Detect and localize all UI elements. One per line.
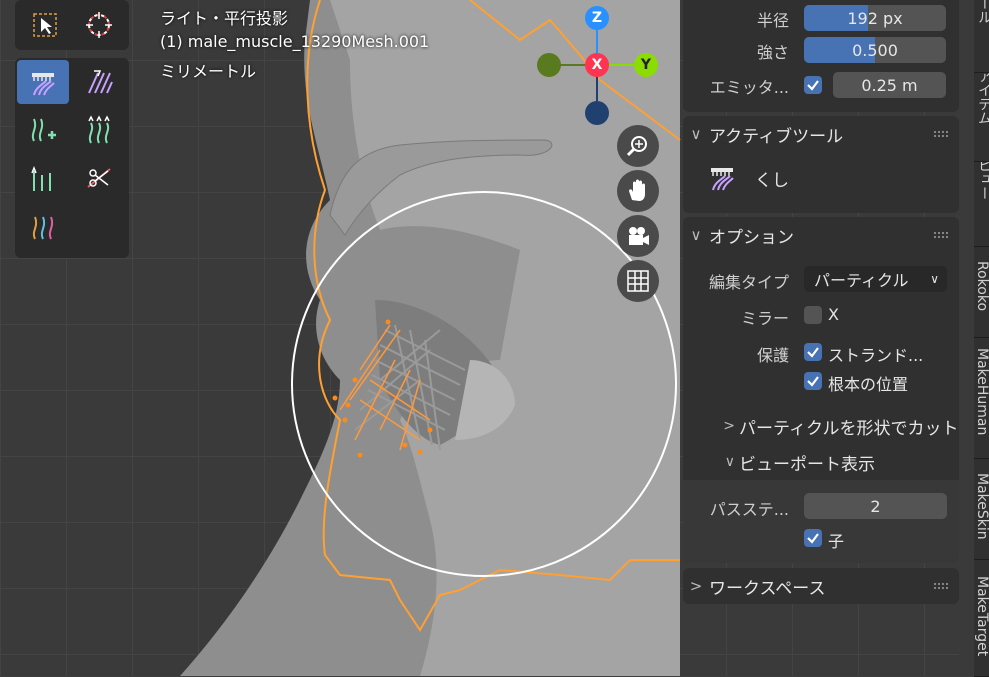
chevron-down-icon: ∨ bbox=[930, 272, 939, 286]
length-icon[interactable] bbox=[73, 108, 125, 152]
emitter-checkbox[interactable] bbox=[804, 76, 822, 94]
mirror-x-checkbox[interactable] bbox=[804, 306, 822, 324]
tab-view-label: ビュー bbox=[976, 162, 989, 200]
tab-maketarget[interactable]: MakeTarget bbox=[974, 560, 989, 677]
mirror-label: ミラー bbox=[740, 309, 789, 328]
mirror-x-label: X bbox=[828, 305, 839, 324]
workspace-panel: > ワークスペース bbox=[683, 568, 959, 604]
comb-icon[interactable] bbox=[17, 60, 69, 104]
zoom-icon[interactable] bbox=[617, 125, 659, 167]
gizmo-z-button[interactable]: Z bbox=[585, 6, 609, 30]
checkmark-icon bbox=[807, 533, 819, 544]
cursor-icon[interactable] bbox=[73, 3, 125, 47]
options-title: オプション bbox=[709, 227, 794, 248]
chevron-right-icon: > bbox=[723, 418, 735, 434]
drag-grip-icon[interactable] bbox=[933, 130, 949, 138]
gizmo-neg-z-button[interactable] bbox=[585, 101, 609, 125]
tab-makehuman-label: MakeHuman bbox=[974, 348, 989, 436]
active-tool-title: アクティブツール bbox=[709, 126, 844, 147]
edit-type-label: 編集タイプ bbox=[708, 273, 789, 292]
drag-grip-icon[interactable] bbox=[933, 231, 949, 239]
viewport-display-body: パスステ... 2 子 bbox=[683, 480, 959, 563]
brush-settings-panel: 半径 192 px 強さ 0.500 エミッタ... 0.25 m bbox=[683, 0, 959, 112]
strength-label: 強さ bbox=[756, 43, 789, 62]
select-tool-group bbox=[15, 0, 129, 50]
root-position-checkbox[interactable] bbox=[804, 372, 822, 390]
workspace-title: ワークスペース bbox=[709, 578, 826, 599]
options-panel: ∨ オプション 編集タイプ パーティクル ∨ ミラー X 保護 ストランド...… bbox=[683, 217, 959, 563]
strength-slider[interactable]: 0.500 bbox=[804, 37, 946, 63]
checkmark-icon bbox=[807, 376, 819, 387]
radius-value: 192 px bbox=[847, 8, 903, 28]
chevron-down-icon: ∨ bbox=[690, 226, 702, 244]
path-steps-field[interactable]: 2 bbox=[804, 493, 947, 519]
weight-icon[interactable] bbox=[17, 204, 69, 248]
chevron-down-icon: ∨ bbox=[690, 125, 702, 143]
workspace-header[interactable]: > ワークスペース bbox=[683, 568, 959, 604]
active-tool-name: くし bbox=[755, 171, 789, 191]
chevron-right-icon: > bbox=[689, 577, 703, 595]
tab-item[interactable]: アイテム bbox=[974, 73, 989, 162]
tab-item-label: アイテム bbox=[976, 73, 989, 125]
active-tool-header[interactable]: ∨ アクティブツール bbox=[683, 116, 959, 152]
tab-tool-label: ツール bbox=[976, 0, 989, 24]
add-hair-icon[interactable] bbox=[17, 108, 69, 152]
checkmark-icon bbox=[807, 347, 819, 358]
drag-grip-icon[interactable] bbox=[933, 582, 949, 590]
radius-label: 半径 bbox=[756, 11, 789, 30]
tab-makehuman[interactable]: MakeHuman bbox=[974, 338, 989, 459]
active-tool-panel: ∨ アクティブツール くし bbox=[683, 116, 959, 213]
cut-by-shape-title: パーティクルを形状でカット bbox=[739, 418, 959, 439]
tab-rokoko-label: Rokoko bbox=[974, 261, 989, 312]
chevron-down-icon: ∨ bbox=[724, 454, 735, 470]
tab-rokoko[interactable]: Rokoko bbox=[974, 247, 989, 338]
cut-by-shape-subpanel[interactable]: > パーティクルを形状でカット bbox=[683, 409, 959, 443]
tab-maketarget-label: MakeTarget bbox=[974, 576, 989, 657]
strength-value: 0.500 bbox=[852, 40, 898, 60]
smooth-icon[interactable] bbox=[73, 60, 125, 104]
protect-label: 保護 bbox=[756, 346, 789, 365]
strands-label: ストランド... bbox=[828, 346, 924, 365]
edit-type-dropdown[interactable]: パーティクル ∨ bbox=[804, 266, 947, 292]
puff-icon[interactable] bbox=[17, 156, 69, 200]
units-label: ミリメートル bbox=[160, 62, 257, 81]
options-header[interactable]: ∨ オプション bbox=[683, 217, 959, 253]
camera-icon[interactable] bbox=[617, 215, 659, 257]
sidebar-tabs: ツール アイテム ビュー Rokoko MakeHuman MakeSkin M… bbox=[974, 0, 989, 677]
viewport-display-subpanel[interactable]: ∨ ビューポート表示 bbox=[683, 445, 959, 479]
sidebar-panel: 半径 192 px 強さ 0.500 エミッタ... 0.25 m ∨ アクティ… bbox=[683, 0, 959, 676]
children-checkbox[interactable] bbox=[804, 529, 822, 547]
sidebar-gutter bbox=[959, 0, 974, 676]
tab-makeskin[interactable]: MakeSkin bbox=[974, 459, 989, 560]
tab-makeskin-label: MakeSkin bbox=[974, 473, 989, 540]
comb-icon bbox=[711, 168, 734, 191]
gizmo-x-button[interactable]: X bbox=[585, 53, 609, 77]
grid-icon[interactable] bbox=[617, 260, 659, 302]
cut-icon[interactable] bbox=[73, 156, 125, 200]
path-steps-label: パスステ... bbox=[709, 500, 789, 519]
gizmo-y-button[interactable]: Y bbox=[634, 53, 658, 77]
radius-slider[interactable]: 192 px bbox=[804, 5, 946, 31]
children-label: 子 bbox=[828, 532, 845, 551]
hand-icon[interactable] bbox=[617, 170, 659, 212]
checkmark-icon bbox=[807, 80, 819, 91]
edit-type-value: パーティクル bbox=[814, 271, 909, 290]
emitter-distance-field[interactable]: 0.25 m bbox=[833, 72, 946, 98]
viewport-display-title: ビューポート表示 bbox=[739, 454, 875, 475]
root-position-label: 根本の位置 bbox=[828, 375, 909, 394]
emitter-label: エミッタ... bbox=[709, 78, 789, 97]
object-name-label: (1) male_muscle_13290Mesh.001 bbox=[160, 32, 430, 51]
tab-view[interactable]: ビュー bbox=[974, 162, 989, 247]
view-name-label: ライト・平行投影 bbox=[160, 9, 289, 28]
gizmo-neg-y-button[interactable] bbox=[537, 53, 561, 77]
tab-tool[interactable]: ツール bbox=[974, 0, 989, 73]
select-box-icon[interactable] bbox=[19, 3, 71, 47]
strands-checkbox[interactable] bbox=[804, 343, 822, 361]
particle-tool-group bbox=[15, 58, 129, 258]
